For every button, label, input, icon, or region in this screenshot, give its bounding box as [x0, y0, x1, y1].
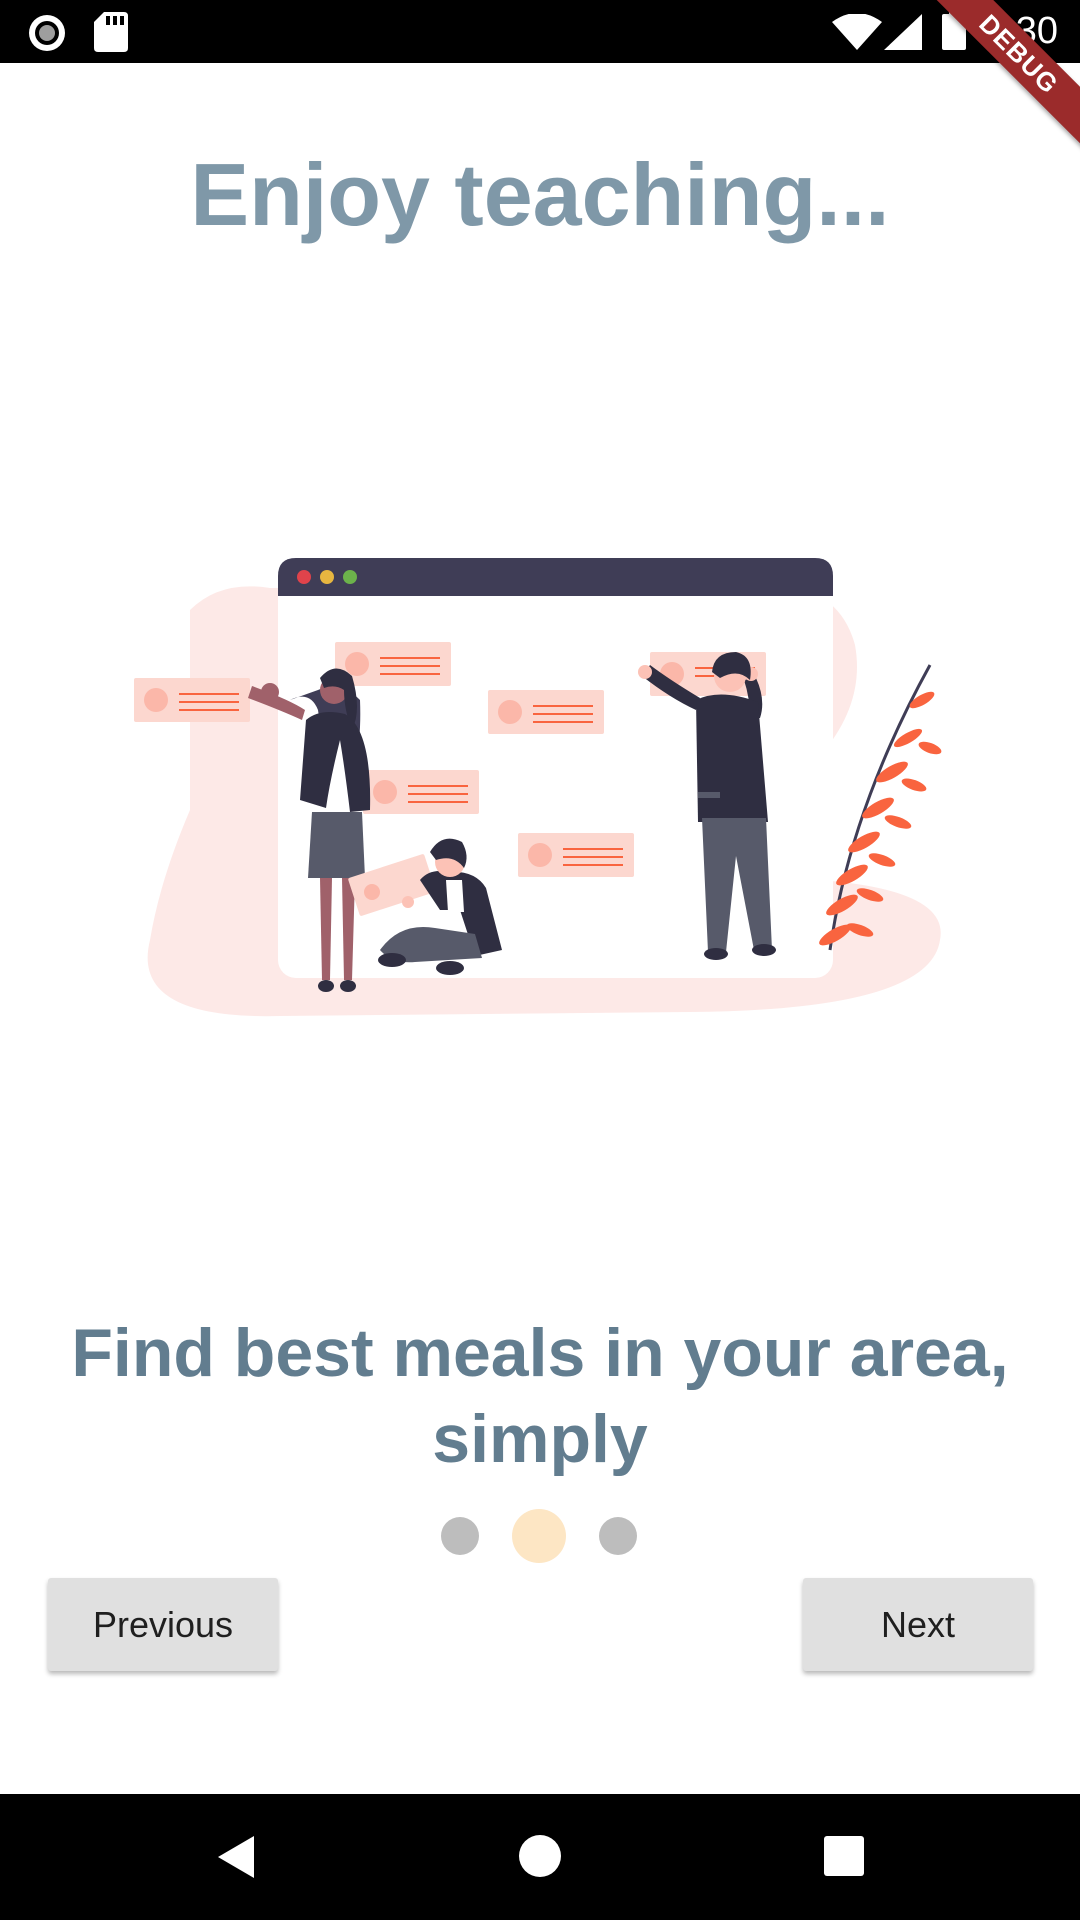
back-icon[interactable] [214, 1834, 258, 1880]
page-dot [599, 1517, 637, 1555]
onboarding-subtitle: Find best meals in your area, simply [71, 1315, 1009, 1477]
onboarding-illustration [134, 558, 942, 1017]
page-dot-active [512, 1509, 566, 1563]
recents-icon[interactable] [824, 1836, 864, 1876]
record-icon [29, 15, 65, 51]
page-dot [441, 1517, 479, 1555]
previous-button[interactable]: Previous [48, 1578, 278, 1671]
next-button[interactable]: Next [803, 1578, 1033, 1671]
home-icon[interactable] [518, 1834, 562, 1878]
cell-signal-icon [884, 14, 922, 50]
status-bar: 8:30 [0, 0, 1080, 63]
screen: 8:30 DEBUG Enjoy teaching... [0, 0, 1080, 1920]
wifi-icon [832, 14, 882, 50]
page-indicator [0, 1508, 1080, 1564]
page-title: Enjoy teaching... [190, 145, 890, 244]
navigation-bar [0, 1794, 1080, 1920]
sd-card-icon [94, 12, 128, 52]
